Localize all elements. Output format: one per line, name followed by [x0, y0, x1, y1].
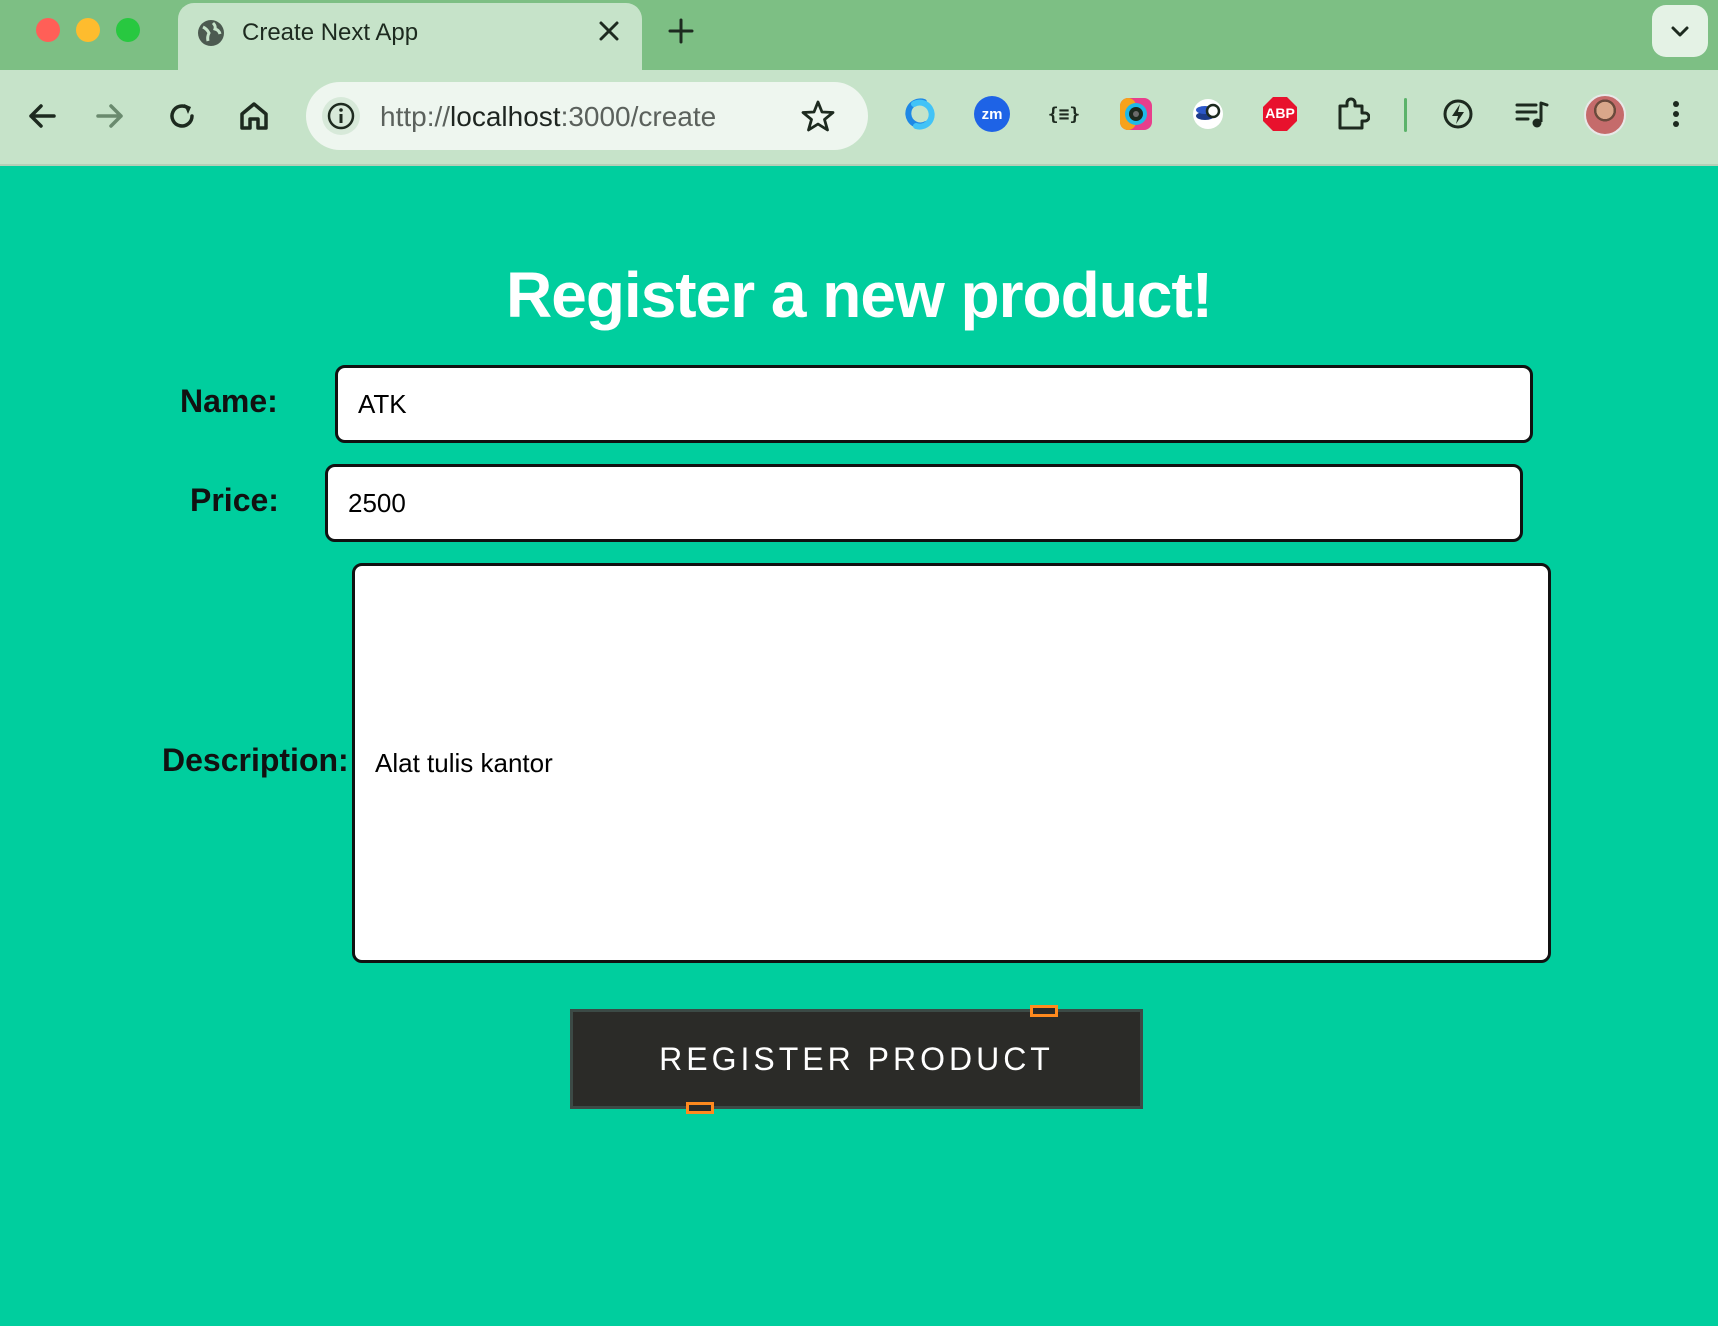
register-product-button-label: REGISTER PRODUCT	[659, 1040, 1054, 1077]
bookmark-star-icon[interactable]	[800, 98, 836, 134]
name-label: Name:	[180, 383, 278, 419]
description-textarea[interactable]: Alat tulis kantor	[352, 563, 1551, 963]
media-controls-icon[interactable]	[1514, 96, 1550, 132]
json-formatter-icon[interactable]: {≡}	[1046, 96, 1082, 132]
browser-toolbar: http://localhost:3000/create zm {≡} ABP	[0, 70, 1718, 166]
toolbar-separator	[1404, 98, 1407, 132]
register-product-button[interactable]: REGISTER PRODUCT	[570, 1009, 1143, 1109]
new-tab-icon[interactable]	[666, 16, 696, 46]
price-input-value: 2500	[348, 487, 406, 518]
minimize-window-button[interactable]	[76, 18, 100, 42]
price-input[interactable]: 2500	[325, 464, 1523, 542]
maximize-window-button[interactable]	[116, 18, 140, 42]
price-label: Price:	[190, 482, 279, 518]
close-window-button[interactable]	[36, 18, 60, 42]
close-tab-icon[interactable]	[596, 18, 622, 44]
seo-icon[interactable]	[1190, 96, 1226, 132]
tab-title: Create Next App	[242, 19, 419, 46]
energy-saver-icon[interactable]	[1440, 96, 1476, 132]
s-extension-icon[interactable]	[902, 96, 938, 132]
tab-search-button[interactable]	[1652, 5, 1708, 57]
more-menu-icon[interactable]	[1658, 96, 1694, 132]
page-title: Register a new product!	[506, 259, 1213, 331]
puzzle-icon[interactable]	[1334, 96, 1370, 132]
reload-icon[interactable]	[164, 98, 200, 134]
tab-strip: Create Next App	[0, 0, 1718, 70]
tab-active[interactable]: Create Next App	[178, 3, 642, 70]
resize-handle[interactable]	[1030, 1005, 1058, 1017]
name-input[interactable]: ATK	[335, 365, 1533, 443]
name-input-value: ATK	[358, 388, 407, 419]
forward-icon[interactable]	[92, 98, 128, 134]
resize-handle[interactable]	[686, 1102, 714, 1114]
home-icon[interactable]	[236, 98, 272, 134]
adblock-plus-icon[interactable]: ABP	[1262, 96, 1298, 132]
chevron-down-icon	[1671, 26, 1689, 37]
url-text: http://localhost:3000/create	[380, 101, 717, 132]
site-info-icon[interactable]	[320, 95, 362, 137]
profile-avatar[interactable]	[1584, 94, 1626, 136]
back-icon[interactable]	[24, 98, 60, 134]
globe-icon	[198, 20, 224, 46]
description-label: Description:	[162, 742, 349, 778]
zoom-icon[interactable]: zm	[974, 96, 1010, 132]
screen-recorder-icon[interactable]	[1118, 96, 1154, 132]
address-bar[interactable]: http://localhost:3000/create	[306, 82, 868, 150]
description-textarea-value: Alat tulis kantor	[375, 747, 553, 778]
